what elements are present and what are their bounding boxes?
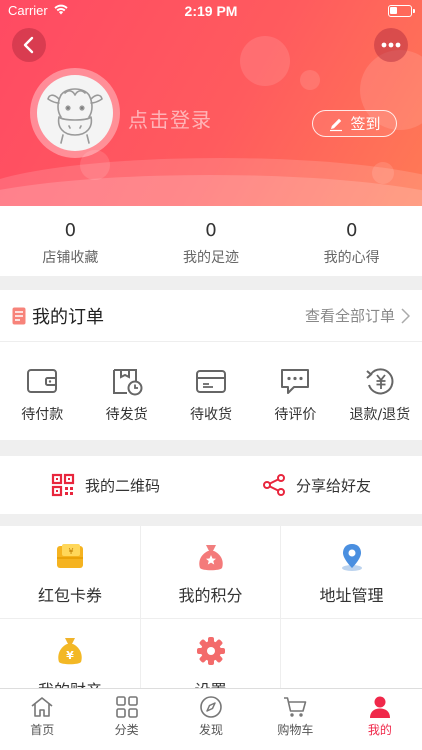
- grid-item-address[interactable]: 地址管理: [281, 526, 422, 619]
- tab-category[interactable]: 分类: [84, 689, 168, 750]
- grid-item-coupons[interactable]: ¥ 红包卡券: [0, 526, 141, 619]
- stat-value: 0: [64, 220, 77, 241]
- order-pending-receipt[interactable]: 待收货: [169, 342, 253, 440]
- order-item-label: 退款/退货: [349, 407, 411, 423]
- share-friends-label: 分享给好友: [295, 476, 371, 495]
- pencil-icon: [330, 118, 343, 131]
- stat-label: 我的足迹: [183, 250, 239, 266]
- more-dots-icon: [381, 42, 401, 48]
- stat-value: 0: [345, 220, 358, 241]
- profile-header: Carrier 2:19 PM 点击登录 签到: [0, 0, 422, 206]
- home-icon: [31, 697, 53, 717]
- order-pending-review[interactable]: 待评价: [253, 342, 337, 440]
- grid-item-label: 我的积分: [178, 586, 243, 605]
- order-pending-payment[interactable]: 待付款: [0, 342, 84, 440]
- order-item-label: 待付款: [21, 407, 64, 423]
- location-pin-icon: [341, 544, 362, 571]
- order-pending-shipment[interactable]: 待发货: [84, 342, 168, 440]
- share-friends-button[interactable]: 分享给好友: [211, 456, 422, 514]
- avatar[interactable]: [30, 68, 120, 158]
- tab-discover[interactable]: 发现: [169, 689, 253, 750]
- view-all-orders-label: 查看全部订单: [304, 307, 395, 325]
- order-item-label: 待收货: [190, 407, 233, 423]
- view-all-orders-link[interactable]: 查看全部订单: [305, 305, 410, 326]
- stats-row: 0 店铺收藏 0 我的足迹 0 我的心得: [0, 206, 422, 276]
- order-item-label: 待评价: [274, 407, 317, 423]
- points-bag-icon: [198, 545, 223, 571]
- refund-icon: [366, 368, 394, 395]
- chevron-left-icon: [23, 36, 34, 54]
- stat-store-favorites[interactable]: 0 店铺收藏: [0, 206, 141, 276]
- order-refund-return[interactable]: 退款/退货: [338, 342, 422, 440]
- profile-page: Carrier 2:19 PM 点击登录 签到 0 店铺收藏 0 我的足迹 0 …: [0, 0, 422, 750]
- status-bar: Carrier 2:19 PM: [0, 0, 422, 24]
- tab-label: 购物车: [277, 723, 314, 737]
- svg-text:¥: ¥: [66, 649, 74, 662]
- stat-reviews[interactable]: 0 我的心得: [281, 206, 422, 276]
- stat-footprints[interactable]: 0 我的足迹: [141, 206, 282, 276]
- login-link[interactable]: 点击登录: [128, 104, 212, 133]
- grid-item-points[interactable]: 我的积分: [141, 526, 281, 619]
- my-qrcode-label: 我的二维码: [84, 476, 160, 495]
- cart-icon: [284, 697, 307, 717]
- category-icon: [115, 696, 138, 718]
- stat-label: 我的心得: [323, 250, 380, 266]
- bottom-tab-bar: 首页 分类 发现 购物车 我的: [0, 688, 422, 750]
- qrcode-icon: [51, 473, 75, 497]
- comment-icon: [281, 369, 310, 394]
- compass-icon: [200, 696, 222, 718]
- share-icon: [262, 474, 285, 496]
- grid-item-label: 红包卡券: [37, 586, 102, 605]
- orders-section: 我的订单 查看全部订单 待付款 待发货 待收货 待评价 退款/退货: [0, 290, 422, 440]
- battery-icon: [388, 5, 415, 17]
- tab-home[interactable]: 首页: [0, 689, 84, 750]
- signin-label: 签到: [350, 115, 381, 133]
- signin-button[interactable]: 签到: [312, 110, 397, 137]
- tab-label: 发现: [199, 723, 224, 737]
- tab-label: 分类: [114, 723, 139, 737]
- cow-avatar-icon: [47, 88, 103, 144]
- order-item-label: 待发货: [105, 407, 148, 423]
- tab-cart[interactable]: 购物车: [253, 689, 337, 750]
- orders-header[interactable]: 我的订单 查看全部订单: [0, 290, 422, 342]
- more-button[interactable]: [374, 28, 408, 62]
- tab-mine[interactable]: 我的: [338, 689, 422, 750]
- order-status-row: 待付款 待发货 待收货 待评价 退款/退货: [0, 342, 422, 440]
- settings-gear-icon: [196, 637, 225, 665]
- money-bag-icon: ¥: [58, 638, 82, 665]
- shortcut-row: 我的二维码 分享给好友: [0, 456, 422, 514]
- tab-label: 我的: [367, 723, 392, 737]
- svg-text:¥: ¥: [68, 547, 73, 556]
- user-icon: [369, 696, 390, 718]
- grid-item-label: 地址管理: [319, 586, 384, 605]
- order-list-icon: [12, 307, 26, 324]
- truck-icon: [196, 370, 227, 393]
- wallet-icon: [27, 369, 58, 393]
- chevron-right-icon: [401, 307, 410, 324]
- orders-title: 我的订单: [32, 306, 104, 328]
- coupon-icon: ¥: [57, 544, 83, 568]
- tab-label: 首页: [30, 723, 55, 737]
- status-time: 2:19 PM: [184, 3, 238, 19]
- my-qrcode-button[interactable]: 我的二维码: [0, 456, 211, 514]
- package-clock-icon: [112, 369, 143, 396]
- back-button[interactable]: [12, 28, 46, 62]
- stat-value: 0: [205, 220, 217, 241]
- stat-label: 店铺收藏: [42, 250, 99, 266]
